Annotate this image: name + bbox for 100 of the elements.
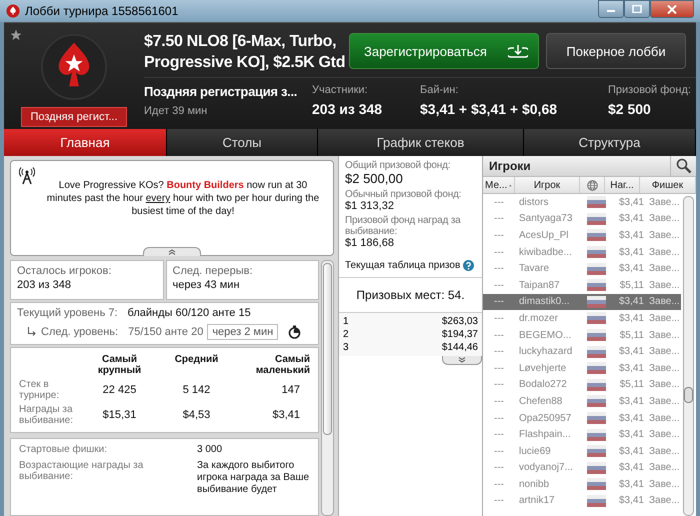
payout-title: Текущая таблица призов — [345, 260, 460, 271]
player-row[interactable]: --- kiwibadbe... $3,41 Заве... — [483, 244, 681, 260]
chips-cell-text: Заве... — [648, 379, 680, 390]
bounty-cell-text: $3,41 — [618, 412, 644, 424]
player-row[interactable]: --- luckyhazard $3,41 Заве... — [483, 343, 681, 360]
player-name: lucie69 — [518, 446, 552, 457]
spade-logo — [40, 33, 108, 101]
player-row[interactable]: --- Opa250957 $3,41 Заве... — [483, 410, 681, 426]
maximize-button[interactable] — [624, 0, 650, 18]
rank-cell-text: --- — [493, 296, 505, 308]
rank-cell-text: --- — [493, 396, 505, 407]
level-value: блайнды 60/120 анте 15 — [128, 307, 251, 319]
player-row[interactable]: --- Bodalo272 $5,11 Заве... — [483, 376, 681, 394]
rank-cell-text: --- — [493, 429, 505, 440]
player-name: BEGEMO... — [518, 330, 572, 341]
flag-icon — [587, 246, 606, 258]
chips-cell-text: Заве... — [648, 396, 680, 407]
player-row[interactable]: --- nonibb $3,41 Заве... — [483, 476, 681, 493]
place-cell: 2 — [343, 328, 349, 341]
player-name: dr.mozer — [518, 312, 559, 324]
bounty-cell-text: $3,41 — [618, 478, 644, 490]
stat-value: $2 500 — [608, 101, 652, 117]
player-row[interactable]: --- Chefen88 $3,41 Заве... — [483, 393, 681, 410]
player-name: Taipan87 — [518, 280, 561, 291]
place-cell: 3 — [343, 341, 349, 354]
stat-value: $3,41 + $3,41 + $0,68 — [420, 101, 558, 117]
poker-lobby-button[interactable]: Покерное лобби — [546, 33, 686, 69]
help-icon[interactable] — [463, 260, 474, 271]
close-button[interactable] — [650, 0, 694, 18]
flag-icon — [587, 494, 606, 507]
download-icon — [508, 44, 528, 58]
detail-value: 3 000 — [197, 444, 224, 456]
table-cell-text: 22 425 — [102, 384, 138, 396]
player-row[interactable]: --- dr.mozer $3,41 Заве... — [483, 310, 681, 327]
column-header[interactable]: Фишек — [640, 177, 696, 193]
player-name: Opa250957 — [518, 412, 572, 424]
search-icon — [676, 158, 692, 174]
tab[interactable]: Столы — [167, 129, 318, 156]
scrollbar[interactable] — [683, 196, 694, 516]
prize-value: $1 313,32 — [345, 200, 395, 212]
player-row[interactable]: --- lucie69 $3,41 Заве... — [483, 442, 681, 460]
player-row[interactable]: --- Santyaga73 $3,41 Заве... — [483, 210, 681, 228]
tab[interactable]: Главная — [4, 129, 167, 156]
flag-icon — [587, 478, 606, 490]
detail-value: За каждого выбитого игрока награда за Ваше выбивание будет — [197, 460, 310, 496]
star-icon[interactable] — [10, 29, 22, 41]
chips-cell-text: Заве... — [648, 263, 680, 274]
bounty-cell-text: $3,41 — [618, 246, 644, 258]
player-row[interactable]: --- BEGEMO... $5,11 Заве... — [483, 326, 681, 344]
player-name: luckyhazard — [518, 346, 574, 358]
row-label: Награды за выбивание: — [19, 404, 74, 426]
player-row[interactable]: --- Løvehjerte $3,41 Заве... — [483, 360, 681, 377]
chips-cell-text: Заве... — [648, 330, 680, 341]
column-header[interactable]: Ме... — [483, 177, 515, 193]
stat-label: Участники: — [312, 84, 369, 96]
chips-cell-text: Заве... — [648, 495, 680, 506]
maximize-icon — [632, 5, 642, 13]
bounty-cell-text: $3,41 — [618, 446, 644, 457]
chips-cell-text: Заве... — [648, 412, 680, 424]
scroll-thumb[interactable] — [684, 387, 693, 403]
stat-value: 203 из 348 — [312, 101, 384, 117]
player-name: artnik17 — [518, 495, 556, 506]
flag-icon — [587, 212, 606, 225]
scrollbar[interactable] — [321, 260, 334, 516]
player-row[interactable]: --- Tavare $3,41 Заве... — [483, 260, 681, 277]
bounty-cell-text: $3,41 — [618, 263, 644, 274]
register-button[interactable]: Зарегистрироваться — [349, 33, 539, 69]
player-row[interactable]: --- dimastik0... $3,41 Заве... — [483, 294, 681, 310]
player-row[interactable]: --- Taipan87 $5,11 Заве... — [483, 276, 681, 294]
info-value: через 43 мин — [172, 279, 241, 291]
close-icon — [667, 4, 677, 14]
player-row[interactable]: --- artnik17 $3,41 Заве... — [483, 492, 681, 510]
scroll-thumb[interactable] — [323, 263, 332, 435]
expand-tab[interactable] — [442, 356, 482, 365]
tab[interactable]: График стеков — [318, 129, 524, 156]
player-row[interactable]: --- vodyanoj7... $3,41 Заве... — [483, 460, 681, 476]
place-cell: 1 — [343, 315, 349, 328]
chips-cell-text: Заве... — [648, 462, 680, 474]
level-label: Текущий уровень 7: — [17, 307, 118, 319]
flag-icon — [587, 445, 606, 458]
table-cell-text: $3,41 — [271, 409, 301, 421]
minimize-button[interactable] — [598, 0, 624, 18]
chips-cell-text: Заве... — [648, 230, 680, 241]
player-row[interactable]: --- AcesUp_Pl $3,41 Заве... — [483, 227, 681, 244]
time-field: через 2 мин — [207, 324, 278, 340]
chips-cell-text: Заве... — [648, 213, 680, 224]
column-header: Самый маленький — [254, 354, 310, 376]
rank-cell-text: --- — [493, 462, 505, 474]
bounty-cell-text: $3,41 — [618, 462, 644, 474]
row-label: Стек в турнире: — [19, 379, 60, 401]
flag-icon — [587, 229, 606, 242]
prize-label: Призовой фонд наград за выбивание: — [345, 215, 462, 237]
tab[interactable]: Структура — [524, 129, 696, 156]
player-row[interactable]: --- Flashpain... $3,41 Заве... — [483, 426, 681, 443]
player-row[interactable]: --- distors $3,41 Заве... — [483, 194, 681, 211]
column-header[interactable]: Игрок — [515, 177, 580, 193]
bounty-cell-text: $3,41 — [618, 429, 644, 440]
rank-cell-text: --- — [493, 379, 505, 390]
collapse-tab[interactable] — [143, 247, 201, 256]
column-header[interactable]: Наг... — [605, 177, 640, 193]
